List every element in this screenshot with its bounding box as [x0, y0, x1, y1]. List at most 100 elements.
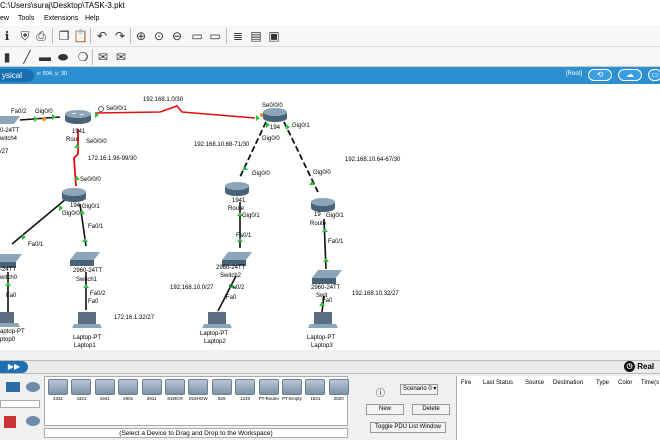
palette-device-4[interactable]: 2911: [141, 379, 162, 403]
port-label: Fa0/1: [236, 233, 252, 239]
drawing-toolbar: ▮ ╱ ▬ ⬬ ❍ ✉ ✉: [0, 47, 660, 67]
fast-forward-button[interactable]: ▶▶: [0, 361, 28, 373]
simple-pdu-icon[interactable]: ✉: [96, 50, 110, 64]
switch-icon: [0, 254, 22, 268]
port-label: Gig0/0: [313, 170, 331, 176]
router-icon: [188, 379, 209, 395]
port-label: Fa0: [88, 299, 99, 305]
menu-view[interactable]: ew: [0, 12, 9, 25]
palette-device-10[interactable]: PT-Empty: [282, 379, 302, 403]
freeform-icon[interactable]: ❍: [76, 50, 90, 64]
palette-device-3[interactable]: 2901: [118, 379, 139, 403]
zoom-reset-icon[interactable]: ⊙: [152, 29, 166, 43]
navigation-button[interactable]: ▭: [648, 69, 660, 81]
connections-icon[interactable]: [26, 416, 40, 426]
category-field[interactable]: [0, 400, 40, 408]
zoom-in-icon[interactable]: ⊕: [134, 29, 148, 43]
network-label: 172.16.1.96-99/30: [88, 156, 137, 162]
redo-icon[interactable]: ↷: [113, 29, 127, 43]
cluster-icon[interactable]: ▤: [249, 29, 263, 43]
router-icon: [71, 379, 92, 395]
router-icon: [118, 379, 139, 395]
laptop-icon: [0, 312, 20, 327]
copy-icon[interactable]: ❐: [57, 29, 71, 43]
palette-device-6[interactable]: 819HGW: [188, 379, 209, 403]
simulation-bar: [0, 360, 660, 374]
scenario-select[interactable]: Scenario 0 ▾: [400, 384, 438, 395]
back-button[interactable]: ⟲: [588, 69, 612, 81]
palette-device-2[interactable]: 1941: [94, 379, 115, 403]
palette-device-5[interactable]: 819IOX: [165, 379, 185, 403]
device-name-label: Route: [310, 221, 327, 227]
info-icon[interactable]: ℹ: [0, 29, 14, 43]
device-model-label: Laptop-PT: [307, 335, 336, 341]
router-icon: [211, 379, 232, 395]
device-model-label: 2960-24TT: [216, 265, 246, 271]
palette-device-9[interactable]: PT-Router: [258, 379, 279, 403]
toggle-pdu-list-button[interactable]: Toggle PDU List Window: [370, 422, 446, 433]
logical-workspace[interactable]: 192.168.1.0/30 172.16.1.96-99/30 192.168…: [0, 84, 660, 350]
paste-icon[interactable]: 📋: [73, 29, 88, 43]
laptop-icon: [308, 312, 338, 328]
device-model-label: 2960-24TT: [73, 268, 103, 274]
port-label: Fa0: [6, 293, 17, 299]
rectangle-icon[interactable]: ▬: [38, 50, 52, 64]
device-name-label: Laptop1: [74, 343, 96, 349]
palette-device-1[interactable]: 4321: [71, 379, 92, 403]
palette-device-11[interactable]: 1841: [305, 379, 326, 403]
router-icon: [263, 108, 287, 122]
menu-tools[interactable]: Tools: [18, 12, 34, 25]
notes-icon[interactable]: ≣: [231, 29, 245, 43]
port-status-dot: [286, 124, 290, 130]
column-header: Last Status: [483, 380, 514, 386]
end-devices-icon[interactable]: [4, 416, 16, 428]
link-router3-router4: [283, 121, 319, 193]
tab-physical[interactable]: ysical: [0, 69, 34, 82]
network-label: 192.168.10.0/27: [170, 285, 214, 291]
device-name-label: witch4: [0, 136, 18, 142]
network-info-icon[interactable]: ⛨: [18, 29, 32, 43]
column-header: Type: [596, 380, 610, 386]
palette-device-8[interactable]: 1240: [235, 379, 256, 403]
port-status-dot: [323, 258, 329, 262]
undo-icon[interactable]: ↶: [95, 29, 109, 43]
port-label: Gig0/1: [82, 204, 100, 210]
network-label: 192.168.10.64-67/30: [345, 157, 401, 163]
palette-device-label: 2620: [333, 396, 344, 401]
palette-device-label: 1841: [310, 396, 321, 401]
cluster-button[interactable]: ☁: [618, 69, 642, 81]
switch-icon: [0, 116, 20, 124]
palette-icon[interactable]: ▭: [190, 29, 204, 43]
device-model-label: 194: [70, 203, 81, 209]
port-status-dot: [242, 166, 248, 170]
port-label: Gig0/0: [62, 211, 80, 217]
delete-scenario-button[interactable]: Delete: [412, 404, 450, 415]
palette-device-label: 2901: [123, 396, 134, 401]
network-devices-icon[interactable]: [6, 382, 20, 392]
palette-device-7[interactable]: 829: [211, 379, 232, 403]
network-label: 192.168.10.32/27: [352, 291, 399, 297]
port-label: Fa0/1: [88, 224, 104, 230]
palette-device-0[interactable]: 4331: [48, 379, 68, 403]
column-header: Fire: [461, 380, 472, 386]
port-label: Gig0/1: [326, 213, 344, 219]
palette-device-12[interactable]: 2620: [328, 379, 349, 403]
complex-pdu-icon[interactable]: ✉: [114, 50, 128, 64]
ellipse-icon[interactable]: ⬬: [56, 50, 70, 64]
line-icon[interactable]: ╱: [20, 50, 34, 64]
menu-extensions[interactable]: Extensions: [44, 12, 78, 25]
zoom-out-icon[interactable]: ⊖: [170, 29, 184, 43]
printer-icon[interactable]: ⎙: [34, 29, 48, 43]
realtime-label[interactable]: ◷ Real: [624, 361, 654, 373]
device-model-label: 1941: [72, 129, 86, 135]
menu-help[interactable]: Help: [85, 12, 99, 25]
router-icon: [62, 188, 86, 202]
viewport-icon[interactable]: ▣: [267, 29, 281, 43]
root-label: [Root]: [566, 71, 583, 77]
device-model-label: 2960-24TT: [311, 285, 341, 291]
routers-icon[interactable]: [26, 382, 40, 392]
device-name-label: Swit: [316, 293, 328, 299]
new-scenario-button[interactable]: New: [366, 404, 404, 415]
select-icon[interactable]: ▮: [0, 50, 14, 64]
custom-device-icon[interactable]: ▭: [208, 29, 222, 43]
